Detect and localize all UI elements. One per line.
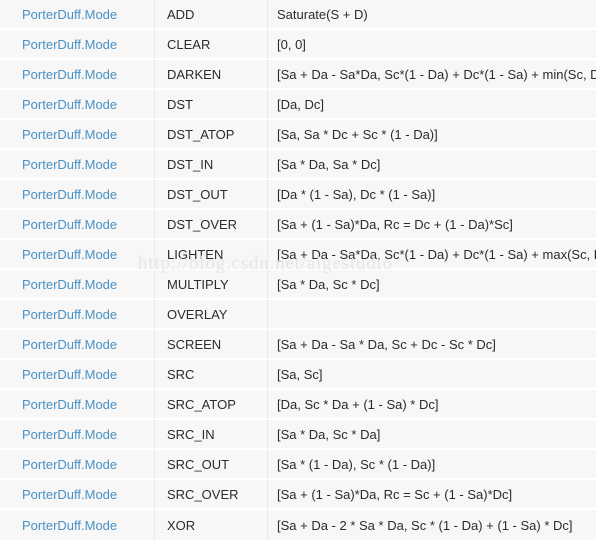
cell-mode-constant: DARKEN — [155, 60, 268, 90]
table-row: PorterDuff.Mode SRC_ATOP [Da, Sc * Da + (1… — [0, 390, 596, 420]
cell-mode-formula: [Da, Sc * Da + (1 - Sa) * Dc] — [268, 390, 596, 420]
table-row: PorterDuff.Mode DST_OVER [Sa + (1 - Sa)*Da… — [0, 210, 596, 240]
table-row: PorterDuff.Mode CLEAR [0, 0] — [0, 30, 596, 60]
cell-mode-formula: [Sa * Da, Sa * Dc] — [268, 150, 596, 180]
cell-mode-constant: XOR — [155, 510, 268, 540]
cell-mode-formula: [Sa, Sa * Dc + Sc * (1 - Da)] — [268, 120, 596, 150]
cell-mode-class[interactable]: PorterDuff.Mode — [0, 240, 155, 270]
cell-mode-constant: OVERLAY — [155, 300, 268, 330]
table-row: PorterDuff.Mode DST_OUT [Da * (1 - Sa), Dc… — [0, 180, 596, 210]
cell-mode-class[interactable]: PorterDuff.Mode — [0, 150, 155, 180]
cell-mode-class[interactable]: PorterDuff.Mode — [0, 390, 155, 420]
cell-mode-formula: [Sa * Da, Sc * Dc] — [268, 270, 596, 300]
cell-mode-formula: [Sa + Da - Sa * Da, Sc + Dc - Sc * Dc] — [268, 330, 596, 360]
table-row: PorterDuff.Mode DST [Da, Dc] — [0, 90, 596, 120]
porterduff-mode-table: PorterDuff.Mode ADD Saturate(S + D) PorterD… — [0, 0, 596, 540]
table-row: PorterDuff.Mode SRC_OVER [Sa + (1 - Sa)*Da… — [0, 480, 596, 510]
table-row: PorterDuff.Mode MULTIPLY [Sa * Da, Sc * Dc… — [0, 270, 596, 300]
cell-mode-class[interactable]: PorterDuff.Mode — [0, 180, 155, 210]
cell-mode-class[interactable]: PorterDuff.Mode — [0, 330, 155, 360]
cell-mode-class[interactable]: PorterDuff.Mode — [0, 30, 155, 60]
table-row: PorterDuff.Mode SRC [Sa, Sc] — [0, 360, 596, 390]
cell-mode-class[interactable]: PorterDuff.Mode — [0, 300, 155, 330]
cell-mode-class[interactable]: PorterDuff.Mode — [0, 450, 155, 480]
cell-mode-class[interactable]: PorterDuff.Mode — [0, 210, 155, 240]
cell-mode-class[interactable]: PorterDuff.Mode — [0, 120, 155, 150]
cell-mode-constant: DST_OUT — [155, 180, 268, 210]
cell-mode-formula: [Sa + Da - Sa*Da, Sc*(1 - Da) + Dc*(1 - … — [268, 60, 596, 90]
cell-mode-constant: ADD — [155, 0, 268, 30]
cell-mode-constant: DST — [155, 90, 268, 120]
table-body: PorterDuff.Mode ADD Saturate(S + D) PorterD… — [0, 0, 596, 540]
table-row: PorterDuff.Mode XOR [Sa + Da - 2 * Sa * Da… — [0, 510, 596, 540]
cell-mode-formula — [268, 300, 596, 330]
table-row: PorterDuff.Mode DST_ATOP [Sa, Sa * Dc + Sc… — [0, 120, 596, 150]
cell-mode-formula: [Sa * Da, Sc * Da] — [268, 420, 596, 450]
cell-mode-class[interactable]: PorterDuff.Mode — [0, 60, 155, 90]
cell-mode-formula: [Sa + (1 - Sa)*Da, Rc = Dc + (1 - Da)*Sc… — [268, 210, 596, 240]
cell-mode-constant: LIGHTEN — [155, 240, 268, 270]
cell-mode-formula: [Da, Dc] — [268, 90, 596, 120]
cell-mode-constant: SRC_IN — [155, 420, 268, 450]
cell-mode-class[interactable]: PorterDuff.Mode — [0, 480, 155, 510]
cell-mode-formula: [Sa * (1 - Da), Sc * (1 - Da)] — [268, 450, 596, 480]
cell-mode-class[interactable]: PorterDuff.Mode — [0, 270, 155, 300]
cell-mode-constant: SRC_ATOP — [155, 390, 268, 420]
cell-mode-constant: MULTIPLY — [155, 270, 268, 300]
cell-mode-formula: [Sa + Da - Sa*Da, Sc*(1 - Da) + Dc*(1 - … — [268, 240, 596, 270]
table-row: PorterDuff.Mode DARKEN [Sa + Da - Sa*Da, S… — [0, 60, 596, 90]
cell-mode-formula: [Sa + Da - 2 * Sa * Da, Sc * (1 - Da) + … — [268, 510, 596, 540]
cell-mode-constant: DST_OVER — [155, 210, 268, 240]
cell-mode-class[interactable]: PorterDuff.Mode — [0, 510, 155, 540]
table-row: PorterDuff.Mode LIGHTEN [Sa + Da - Sa*Da, … — [0, 240, 596, 270]
table-row: PorterDuff.Mode SRC_OUT [Sa * (1 - Da), Sc… — [0, 450, 596, 480]
cell-mode-constant: DST_IN — [155, 150, 268, 180]
cell-mode-formula: [0, 0] — [268, 30, 596, 60]
cell-mode-formula: [Sa, Sc] — [268, 360, 596, 390]
cell-mode-constant: SRC_OVER — [155, 480, 268, 510]
cell-mode-formula: Saturate(S + D) — [268, 0, 596, 30]
cell-mode-class[interactable]: PorterDuff.Mode — [0, 420, 155, 450]
cell-mode-constant: DST_ATOP — [155, 120, 268, 150]
cell-mode-constant: SRC_OUT — [155, 450, 268, 480]
cell-mode-constant: SRC — [155, 360, 268, 390]
cell-mode-constant: CLEAR — [155, 30, 268, 60]
cell-mode-formula: [Da * (1 - Sa), Dc * (1 - Sa)] — [268, 180, 596, 210]
cell-mode-class[interactable]: PorterDuff.Mode — [0, 0, 155, 30]
cell-mode-class[interactable]: PorterDuff.Mode — [0, 360, 155, 390]
cell-mode-formula: [Sa + (1 - Sa)*Da, Rc = Sc + (1 - Sa)*Dc… — [268, 480, 596, 510]
table-row: PorterDuff.Mode ADD Saturate(S + D) — [0, 0, 596, 30]
cell-mode-class[interactable]: PorterDuff.Mode — [0, 90, 155, 120]
table-row: PorterDuff.Mode SCREEN [Sa + Da - Sa * Da,… — [0, 330, 596, 360]
table-row: PorterDuff.Mode SRC_IN [Sa * Da, Sc * Da] — [0, 420, 596, 450]
cell-mode-constant: SCREEN — [155, 330, 268, 360]
table-row: PorterDuff.Mode DST_IN [Sa * Da, Sa * Dc] — [0, 150, 596, 180]
table-row: PorterDuff.Mode OVERLAY — [0, 300, 596, 330]
